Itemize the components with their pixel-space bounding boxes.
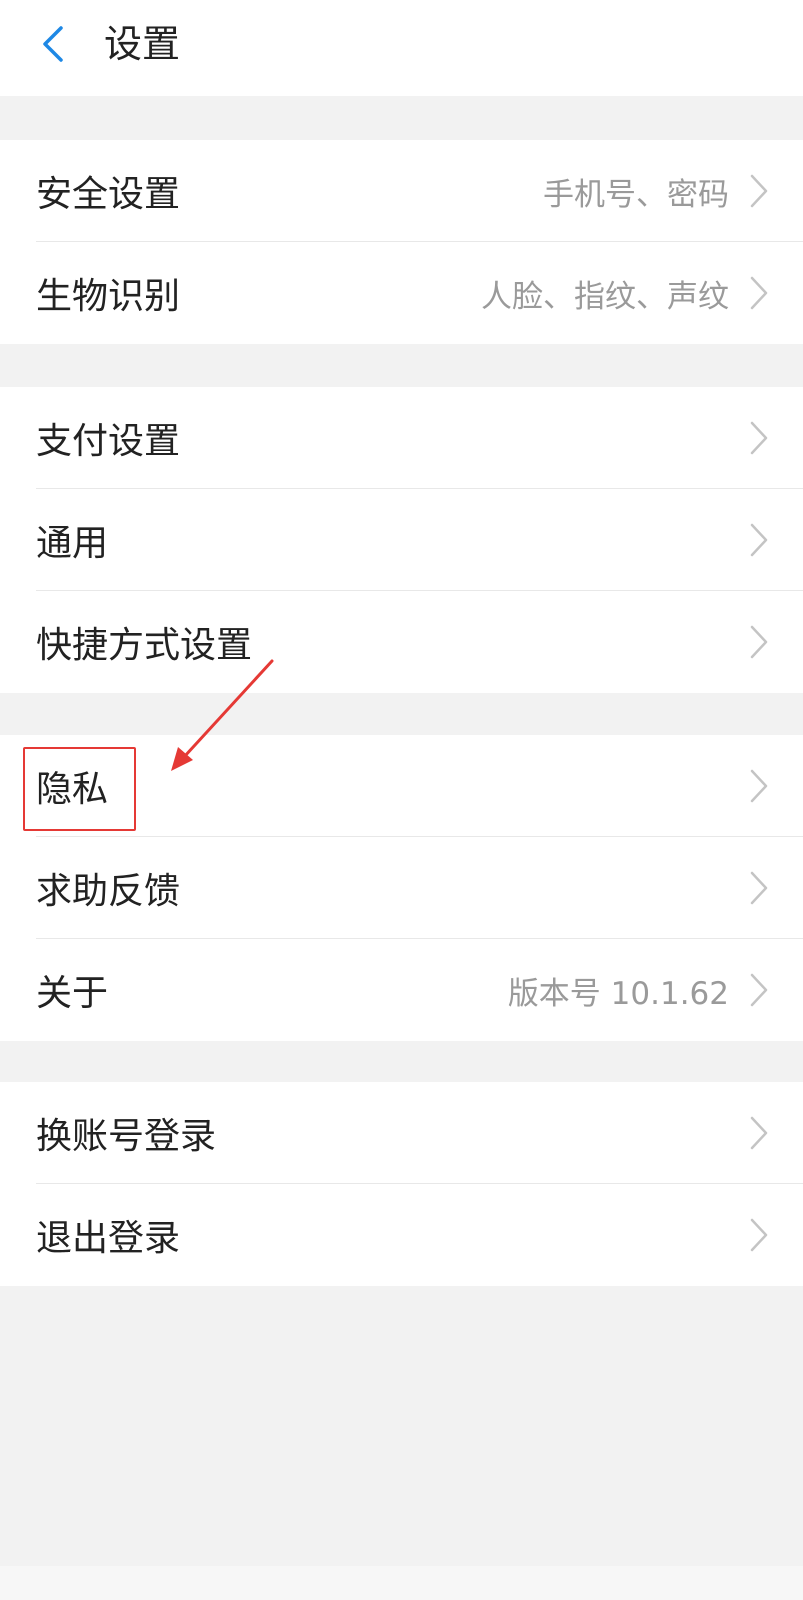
settings-item-feedback[interactable]: 求助反馈	[0, 837, 803, 939]
chevron-right-icon	[743, 837, 775, 939]
settings-group-account-security: 安全设置 手机号、密码 生物识别 人脸、指纹、声纹	[0, 140, 803, 344]
settings-item-label: 换账号登录	[36, 1116, 217, 1157]
chevron-right-icon	[743, 242, 775, 344]
chevron-right-icon	[743, 939, 775, 1041]
settings-item-label: 安全设置	[36, 174, 181, 215]
settings-item-label: 退出登录	[36, 1218, 181, 1259]
settings-item-label: 生物识别	[36, 276, 181, 317]
settings-item-label: 求助反馈	[36, 871, 181, 912]
page-title: 设置	[104, 22, 181, 66]
settings-item-switch-account[interactable]: 换账号登录	[0, 1082, 803, 1184]
top-bar: 设置	[0, 0, 803, 96]
settings-item-security[interactable]: 安全设置 手机号、密码	[0, 140, 803, 242]
settings-item-general[interactable]: 通用	[0, 489, 803, 591]
chevron-right-icon	[743, 1082, 775, 1184]
settings-item-about[interactable]: 关于 版本号 10.1.62	[0, 939, 803, 1041]
settings-item-value: 版本号 10.1.62	[507, 975, 729, 1012]
settings-group-privacy-help: 隐私 求助反馈 关于 版本号 10.1.62	[0, 735, 803, 1041]
settings-item-label: 关于	[36, 973, 109, 1014]
bottom-bar	[0, 1566, 803, 1600]
settings-item-value: 手机号、密码	[543, 176, 729, 213]
settings-item-shortcuts[interactable]: 快捷方式设置	[0, 591, 803, 693]
chevron-left-icon	[43, 26, 63, 62]
back-button[interactable]	[30, 22, 74, 66]
settings-item-value: 人脸、指纹、声纹	[481, 278, 729, 315]
settings-group-general: 支付设置 通用 快捷方式设置	[0, 387, 803, 693]
settings-item-label: 快捷方式设置	[36, 625, 253, 666]
chevron-right-icon	[743, 1184, 775, 1286]
settings-item-label: 支付设置	[36, 421, 181, 462]
settings-item-label: 隐私	[36, 769, 109, 810]
chevron-right-icon	[743, 735, 775, 837]
settings-item-privacy[interactable]: 隐私	[0, 735, 803, 837]
settings-item-biometrics[interactable]: 生物识别 人脸、指纹、声纹	[0, 242, 803, 344]
chevron-right-icon	[743, 387, 775, 489]
settings-item-label: 通用	[36, 523, 109, 564]
chevron-right-icon	[743, 489, 775, 591]
chevron-right-icon	[743, 140, 775, 242]
settings-item-logout[interactable]: 退出登录	[0, 1184, 803, 1286]
settings-group-account: 换账号登录 退出登录	[0, 1082, 803, 1286]
chevron-right-icon	[743, 591, 775, 693]
settings-item-payment[interactable]: 支付设置	[0, 387, 803, 489]
